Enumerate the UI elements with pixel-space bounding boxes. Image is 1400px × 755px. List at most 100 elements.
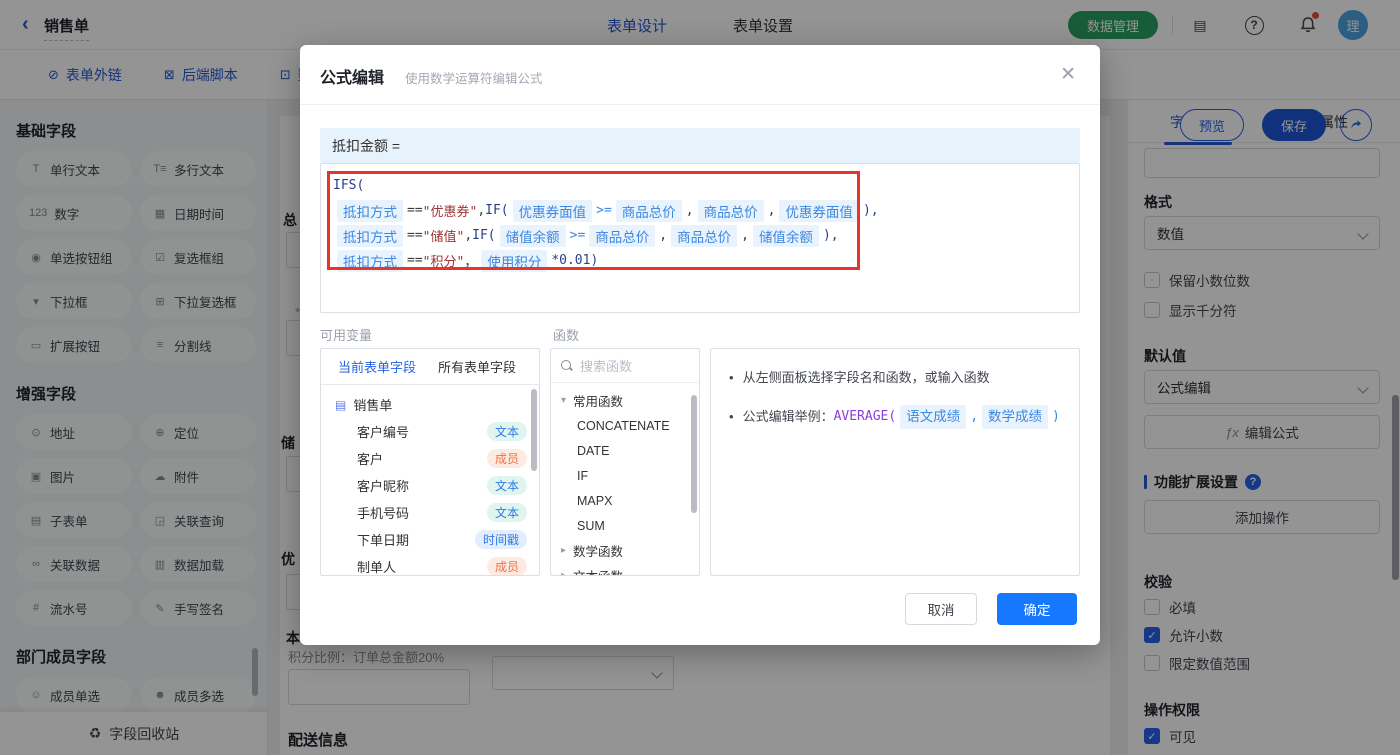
formula-token: 优惠券面值	[779, 200, 859, 222]
help-token: ,	[970, 406, 978, 428]
chevron-down-icon: ▾	[561, 395, 573, 406]
formula-token: 商品总价	[698, 200, 764, 222]
formula-line: 抵扣方式=="优惠券",IF(优惠券面值>=商品总价,商品总价,优惠券面值),	[333, 198, 1067, 223]
confirm-button[interactable]: 确定	[997, 593, 1077, 625]
form-doc-icon: ▤	[335, 398, 346, 412]
formula-token: 商品总价	[616, 200, 682, 222]
search-icon	[561, 360, 572, 371]
formula-token: >=	[596, 203, 612, 218]
cancel-button[interactable]: 取消	[905, 593, 977, 625]
help-example-tokens: 公式编辑举例：AVERAGE(语文成绩,数学成绩)	[743, 405, 1060, 429]
formula-token: IF(	[485, 203, 508, 218]
formula-token: ,	[768, 203, 776, 218]
formula-token: 储值余额	[500, 225, 566, 247]
formula-editor[interactable]: IFS(抵扣方式=="优惠券",IF(优惠券面值>=商品总价,商品总价,优惠券面…	[320, 163, 1080, 313]
function-group[interactable]: ▾常用函数	[551, 388, 699, 413]
formula-line: 抵扣方式=="积分"，使用积分*0.01)	[333, 248, 1067, 273]
formula-token: ),	[823, 228, 839, 243]
variable-row[interactable]: 制单人成员	[321, 553, 539, 576]
functions-label: 函数	[553, 325, 579, 344]
formula-token: ),	[863, 203, 879, 218]
formula-token: ,	[464, 228, 472, 243]
tab-current-form-fields[interactable]: 当前表单字段	[338, 357, 416, 376]
function-search-input[interactable]: 搜索函数	[551, 349, 699, 383]
function-group-label: 数学函数	[573, 541, 623, 560]
formula-token: ==	[407, 228, 423, 243]
help-token: 公式编辑举例：	[743, 406, 834, 428]
formula-token: 优惠券面值	[513, 200, 593, 222]
help-token: 数学成绩	[982, 405, 1048, 429]
formula-token: ==	[407, 203, 423, 218]
formula-modal: 公式编辑 使用数学运算符编辑公式 ✕ 抵扣金额 = IFS( 抵扣方式 =="优惠券…	[300, 45, 1100, 645]
variables-tabs: 当前表单字段 所有表单字段	[321, 349, 539, 385]
functions-panel: 搜索函数 ▾常用函数CONCATENATEDATEIFMAPXSUM▸数学函数▸…	[550, 348, 700, 576]
variable-row[interactable]: 下单日期 时间戳	[321, 526, 539, 553]
variable-type-badge: 文本	[487, 476, 527, 495]
variables-scrollbar[interactable]	[531, 389, 537, 471]
help-token: AVERAGE(	[834, 406, 897, 428]
formula-token: 商品总价	[671, 225, 737, 247]
functions-scrollbar[interactable]	[691, 395, 697, 513]
variable-row[interactable]: 手机号码 文本	[321, 499, 539, 526]
formula-token: IFS(	[333, 178, 364, 193]
help-token: )	[1052, 406, 1060, 428]
help-tip: • 从左侧面板选择字段名和函数，或输入函数	[729, 367, 1063, 389]
modal-subtitle: 使用数学运算符编辑公式	[405, 68, 543, 87]
formula-token: ,	[686, 203, 694, 218]
variables-label: 可用变量	[320, 325, 372, 344]
formula-line: IFS(	[333, 173, 1067, 198]
formula-token: ,	[741, 228, 749, 243]
formula-token: 抵扣方式	[337, 200, 403, 222]
variables-list: ▤销售单客户编号文本客户成员客户昵称文本手机号码文本下单日期时间戳制单人成员	[321, 385, 539, 576]
variable-row[interactable]: 客户 成员	[321, 445, 539, 472]
formula-token: 使用积分	[481, 250, 547, 272]
variable-type-badge: 文本	[487, 503, 527, 522]
formula-token: IF(	[472, 228, 495, 243]
variable-name: 手机号码	[357, 503, 409, 522]
variable-root-label: 销售单	[353, 395, 392, 414]
help-tip-example: • 公式编辑举例：AVERAGE(语文成绩,数学成绩)	[729, 405, 1063, 429]
function-item[interactable]: IF	[551, 463, 699, 488]
variables-panel: 当前表单字段 所有表单字段 ▤销售单客户编号文本客户成员客户昵称文本手机号码文本…	[320, 348, 540, 576]
chevron-right-icon: ▸	[561, 545, 573, 556]
variable-name: 客户昵称	[357, 476, 409, 495]
modal-title: 公式编辑	[320, 64, 384, 88]
close-icon[interactable]: ✕	[1060, 63, 1076, 86]
help-token: 语文成绩	[900, 405, 966, 429]
tab-all-form-fields[interactable]: 所有表单字段	[438, 357, 516, 376]
formula-token: 储值余额	[753, 225, 819, 247]
function-item[interactable]: CONCATENATE	[551, 413, 699, 438]
formula-token: ,	[659, 228, 667, 243]
formula-token: 抵扣方式	[337, 225, 403, 247]
function-item[interactable]: MAPX	[551, 488, 699, 513]
formula-line: 抵扣方式=="储值",IF(储值余额>=商品总价,商品总价,储值余额),	[333, 223, 1067, 248]
formula-token: ,	[477, 203, 485, 218]
app-root: ‹ 销售单 表单设计 表单设置 数据管理 ▤ ? 理 ⊘表单外链⊠后端脚本⊡数据…	[0, 0, 1400, 755]
function-group-label: 常用函数	[573, 391, 623, 410]
variable-name: 下单日期	[357, 530, 409, 549]
variable-type-badge: 成员	[487, 557, 527, 576]
formula-token: "积分"	[423, 251, 465, 270]
formula-token: "优惠券"	[423, 201, 478, 220]
formula-target-bar: 抵扣金额 =	[320, 128, 1080, 163]
variable-type-badge: 文本	[487, 422, 527, 441]
chevron-right-icon: ▸	[561, 570, 573, 576]
variable-row[interactable]: 客户昵称 文本	[321, 472, 539, 499]
variable-type-badge: 时间戳	[475, 530, 527, 549]
help-tips: • 从左侧面板选择字段名和函数，或输入函数 • 公式编辑举例：AVERAGE(语…	[711, 349, 1079, 429]
formula-token: "储值"	[423, 226, 465, 245]
formula-token: >=	[570, 228, 586, 243]
variable-name: 客户	[357, 449, 383, 468]
functions-list: ▾常用函数CONCATENATEDATEIFMAPXSUM▸数学函数▸文本函数	[551, 383, 699, 576]
function-item[interactable]: SUM	[551, 513, 699, 538]
function-group[interactable]: ▸数学函数	[551, 538, 699, 563]
variable-type-badge: 成员	[487, 449, 527, 468]
function-group[interactable]: ▸文本函数	[551, 563, 699, 576]
formula-token: ，	[464, 251, 477, 270]
variable-row[interactable]: 客户编号文本	[321, 418, 539, 445]
formula-token: 商品总价	[589, 225, 655, 247]
help-panel: • 从左侧面板选择字段名和函数，或输入函数 • 公式编辑举例：AVERAGE(语…	[710, 348, 1080, 576]
function-item[interactable]: DATE	[551, 438, 699, 463]
variable-root[interactable]: ▤ 销售单	[321, 391, 539, 418]
modal-header: 公式编辑 使用数学运算符编辑公式 ✕	[300, 45, 1100, 105]
